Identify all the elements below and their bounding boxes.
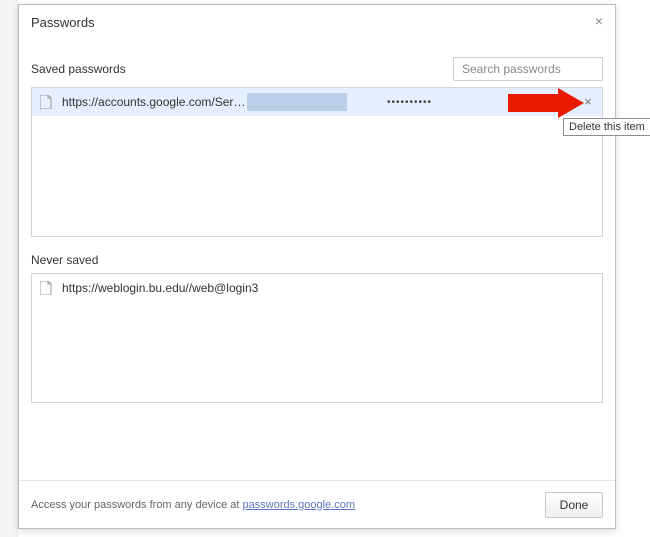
done-button[interactable]: Done (545, 492, 603, 518)
saved-row-url: https://accounts.google.com/Servic… (62, 95, 247, 109)
never-saved-list: https://weblogin.bu.edu//web@login3 (31, 273, 603, 403)
delete-row-icon[interactable]: × (580, 94, 596, 110)
never-row-url: https://weblogin.bu.edu//web@login3 (62, 281, 258, 295)
footer-text: Access your passwords from any device at… (31, 499, 355, 511)
delete-tooltip: Delete this item (563, 118, 650, 136)
dialog-header: Passwords × (19, 5, 615, 39)
footer-link[interactable]: passwords.google.com (243, 499, 356, 511)
saved-row-password-masked: •••••••••• (347, 97, 594, 108)
saved-row-username-redacted (247, 93, 347, 111)
search-input[interactable] (453, 57, 603, 81)
saved-section-header: Saved passwords (31, 57, 603, 81)
background-sidebar (0, 0, 18, 537)
passwords-dialog: Passwords × Saved passwords https://acco… (18, 4, 616, 529)
never-section-header: Never saved (31, 253, 603, 267)
dialog-footer: Access your passwords from any device at… (19, 480, 615, 528)
page-icon (40, 281, 52, 295)
dialog-body: Saved passwords https://accounts.google.… (19, 39, 615, 480)
page-icon (40, 95, 52, 109)
table-row[interactable]: https://accounts.google.com/Servic… ••••… (32, 88, 602, 116)
table-row[interactable]: https://weblogin.bu.edu//web@login3 (32, 274, 602, 302)
dialog-title: Passwords (31, 15, 95, 30)
saved-section-title: Saved passwords (31, 62, 126, 76)
never-section-title: Never saved (31, 253, 98, 267)
footer-text-prefix: Access your passwords from any device at (31, 499, 243, 511)
saved-passwords-list: https://accounts.google.com/Servic… ••••… (31, 87, 603, 237)
close-icon[interactable]: × (591, 13, 607, 29)
